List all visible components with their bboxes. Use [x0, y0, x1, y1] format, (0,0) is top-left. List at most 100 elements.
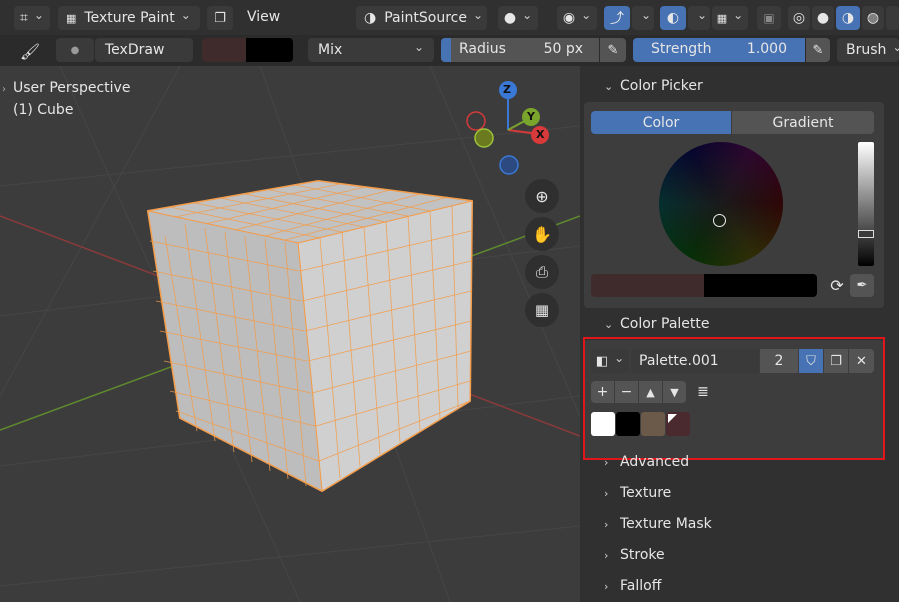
mesh-edit-overlay-dropdown[interactable]: ▦ [712, 6, 748, 30]
color-wheel-cursor[interactable] [713, 214, 726, 227]
overlay-toggle-button[interactable]: ❐ [207, 6, 233, 30]
gizmo-z-label: Z [503, 83, 511, 96]
pan-button[interactable]: ✋ [525, 217, 559, 251]
primary-color-field[interactable] [202, 38, 246, 62]
value-slider[interactable] [858, 142, 874, 266]
properties-sidebar: ⌄ Color Picker Color Gradient ⟳ ✒ ⌄ Colo… [580, 66, 899, 602]
paint-source-dropdown[interactable]: ◑ PaintSource [356, 6, 487, 30]
xray-toggle-button[interactable]: ▣ [757, 6, 781, 30]
view-menu-label: View [247, 9, 281, 25]
editor-header: ⌗ ▦ Texture Paint ❐ View ◑ PaintSource ●… [0, 0, 899, 35]
texture-panel-header[interactable]: › Texture [580, 479, 899, 507]
shading-solid-button[interactable]: ● [812, 6, 834, 30]
radius-slider[interactable]: Radius 50 px [441, 38, 599, 62]
strength-slider[interactable]: Strength 1.000 [633, 38, 805, 62]
view-menu[interactable]: View [247, 9, 280, 25]
color-palette-title: Color Palette [620, 316, 710, 332]
texture-paint-icon: ▦ [66, 11, 77, 25]
checker-icon: ▦ [716, 11, 728, 25]
falloff-title: Falloff [620, 578, 662, 594]
color-wheel[interactable] [659, 142, 783, 266]
visibility-dropdown[interactable]: ◉ [557, 6, 597, 30]
falloff-panel-header[interactable]: › Falloff [580, 572, 899, 600]
pen-pressure-icon: ✎ [607, 42, 619, 58]
pen-pressure-icon: ✎ [812, 42, 824, 58]
radius-label: Radius [459, 41, 506, 57]
grid-icon: ▦ [534, 301, 550, 319]
gizmo-toggle-button[interactable]: ⤴ [604, 6, 630, 30]
stroke-panel-header[interactable]: › Stroke [580, 541, 899, 569]
blend-mode-label: Mix [318, 42, 343, 58]
brush-menu-dropdown[interactable]: Brush [837, 38, 899, 62]
hand-icon: ✋ [532, 224, 552, 244]
editor-type-button[interactable]: ⌗ [14, 6, 50, 30]
copy-icon: ❐ [214, 10, 226, 26]
brush-falloff-dropdown[interactable]: ● [498, 6, 538, 30]
perspective-toggle-button[interactable]: ▦ [525, 293, 559, 327]
tool-settings-header: 🖌 ● TexDraw Mix Radius 50 px ✎ Strength … [0, 35, 899, 66]
shading-material-button[interactable]: ◑ [836, 6, 860, 30]
color-picker-panel-header[interactable]: ⌄ Color Picker [580, 72, 899, 100]
strength-pressure-button[interactable]: ✎ [806, 38, 830, 62]
brush-preview-button[interactable]: ● [56, 38, 94, 62]
swap-colors-button[interactable]: ⟳ [826, 274, 848, 297]
chevron-right-icon: › [604, 579, 609, 593]
value-slider-handle[interactable] [858, 230, 874, 238]
radius-value: 50 px [543, 41, 583, 57]
overlays-toggle-button[interactable]: ◐ [660, 6, 686, 30]
camera-icon: ⎙ [535, 263, 548, 281]
refresh-icon: ⟳ [830, 276, 844, 295]
eyedropper-icon: ✒ [856, 278, 868, 293]
camera-view-button[interactable]: ⎙ [525, 255, 559, 289]
tab-color-label: Color [642, 114, 680, 131]
eyedropper-button[interactable]: ✒ [850, 274, 874, 297]
gizmo-x-label: X [536, 128, 545, 141]
rendered-sphere-icon: ◍ [866, 10, 880, 26]
perspective-label: User Perspective [13, 80, 131, 96]
zoom-button[interactable]: ⊕ [525, 179, 559, 213]
mode-dropdown[interactable]: ▦ Texture Paint [58, 6, 200, 30]
zoom-icon: ⊕ [535, 186, 549, 206]
blend-mode-dropdown[interactable]: Mix [308, 38, 434, 62]
radius-pressure-button[interactable]: ✎ [600, 38, 626, 62]
brush-name-text: TexDraw [105, 42, 165, 58]
shading-rendered-button[interactable]: ◍ [862, 6, 884, 30]
shading-options-button[interactable] [886, 6, 899, 30]
viewport-info: User Perspective (1) Cube [13, 77, 130, 121]
sidebar-collapse-arrow[interactable]: › [2, 84, 6, 95]
primary-color-swatch[interactable] [591, 274, 704, 297]
brush-preview-icon: ● [70, 44, 80, 56]
strength-label: Strength [651, 41, 712, 57]
cube-mesh[interactable] [147, 180, 473, 492]
gizmo-dropdown[interactable] [632, 6, 654, 30]
tab-gradient[interactable]: Gradient [732, 111, 874, 134]
brush-menu-label: Brush [846, 42, 887, 58]
brush-tool-button[interactable]: 🖌 [16, 39, 44, 63]
brush-icon: 🖌 [19, 41, 41, 61]
secondary-color-field[interactable] [246, 38, 293, 62]
3d-viewport[interactable]: Z Y X › User Perspective (1) Cube ⊕ ✋ ⎙ … [0, 66, 580, 602]
advanced-title: Advanced [620, 454, 690, 470]
strength-value: 1.000 [746, 41, 787, 57]
tab-color[interactable]: Color [591, 111, 731, 134]
secondary-color-swatch[interactable] [704, 274, 817, 297]
texture-mask-panel-header[interactable]: › Texture Mask [580, 510, 899, 538]
wireframe-sphere-icon: ◎ [792, 10, 806, 26]
radius-slider-fill [441, 38, 451, 62]
brush-name-field[interactable]: TexDraw [95, 38, 193, 62]
paint-source-label: PaintSource [384, 10, 467, 26]
circle-icon: ● [503, 10, 517, 26]
highlight-box [583, 337, 885, 460]
shading-wireframe-button[interactable]: ◎ [788, 6, 810, 30]
gizmo-icon: ⤴ [610, 11, 624, 27]
half-circle-icon: ◑ [364, 10, 377, 26]
material-sphere-icon: ◑ [841, 10, 855, 26]
chevron-right-icon: › [604, 455, 609, 469]
overlays-dropdown[interactable] [688, 6, 710, 30]
tab-gradient-label: Gradient [772, 114, 834, 131]
texture-mask-title: Texture Mask [620, 516, 712, 532]
advanced-panel-header[interactable]: › Advanced [580, 448, 899, 476]
color-palette-panel-header[interactable]: ⌄ Color Palette [580, 310, 899, 338]
gizmo-y-label: Y [527, 110, 535, 123]
stroke-title: Stroke [620, 547, 665, 563]
